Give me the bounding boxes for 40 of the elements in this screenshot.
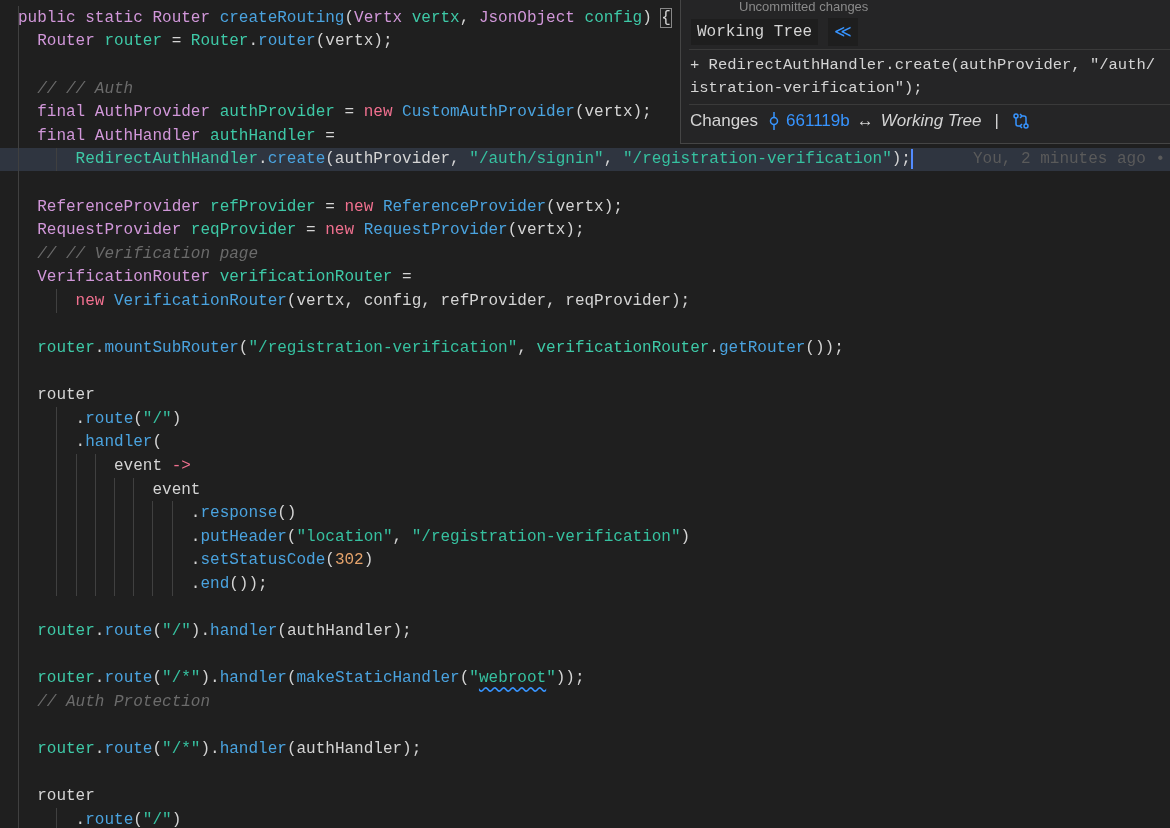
code-text: RedirectAuthHandler.create(authProvider, "/auth/signin", "/registration-verification");: [74, 149, 911, 171]
code-text: event ->: [113, 456, 191, 478]
code-text: router.route("/*").handler(makeStaticHandler("webroot"));: [36, 668, 585, 690]
code-text: // Auth Protection: [36, 692, 211, 713]
arrow-text: ↔: [856, 110, 874, 133]
code-text: new VerificationRouter(vertx, config, refProvider, reqProvider);: [74, 290, 691, 312]
code-text: .response(): [189, 503, 297, 525]
code-text: ReferenceProvider refProvider = new ReferenceProvider(vertx);: [36, 196, 623, 218]
code-text: final AuthProvider authProvider = new CustomAuthProvider(vertx);: [36, 102, 652, 124]
code-text: .putHeader("location", "/registration-verification"): [189, 526, 691, 548]
code-text: RequestProvider reqProvider = new RequestProvider(vertx);: [36, 220, 585, 242]
diff-line: + RedirectAuthHandler.create(authProvider, "/auth/: [690, 55, 1157, 76]
code-text: router.route("/*").handler(authHandler);: [36, 739, 422, 761]
compare-icon[interactable]: [1011, 112, 1030, 130]
working-tree-text: Working Tree: [880, 110, 982, 133]
commit-icon: [769, 112, 780, 130]
code-text: public static Router createRouting(Vertx vertx, JsonObject config) {: [18, 7, 671, 29]
code-text: router.route("/").handler(authHandler);: [36, 621, 412, 643]
changes-label: Changes: [690, 110, 759, 133]
code-text: // // Auth: [36, 78, 134, 100]
code-text: // // Verification page: [36, 243, 259, 265]
code-text: .end());: [189, 574, 268, 596]
code-text: router: [36, 786, 95, 808]
commit-link[interactable]: 661119b: [786, 108, 850, 134]
code-text: router.mountSubRouter("/registration-verification", verificationRouter.getRouter());: [36, 338, 844, 360]
code-text: router: [36, 385, 95, 407]
diff-line: istration-verification");: [690, 78, 924, 99]
popup-heading: Uncommitted changes: [739, 0, 869, 14]
code-text: .setStatusCode(302): [189, 550, 374, 572]
separator-text: |: [994, 110, 999, 133]
code-text: VerificationRouter verificationRouter =: [36, 267, 412, 289]
code-text: event: [151, 479, 201, 501]
code-text: .handler(: [74, 432, 163, 454]
code-text: Router router = Router.router(vertx);: [36, 31, 393, 53]
text-cursor: [910, 149, 913, 170]
code-text: .route("/"): [74, 810, 182, 828]
collapse-button[interactable]: ≪: [828, 18, 859, 46]
code-text: final AuthHandler authHandler =: [36, 125, 335, 147]
code-text: .route("/"): [74, 408, 182, 430]
working-tree-badge: Working Tree: [691, 19, 819, 45]
